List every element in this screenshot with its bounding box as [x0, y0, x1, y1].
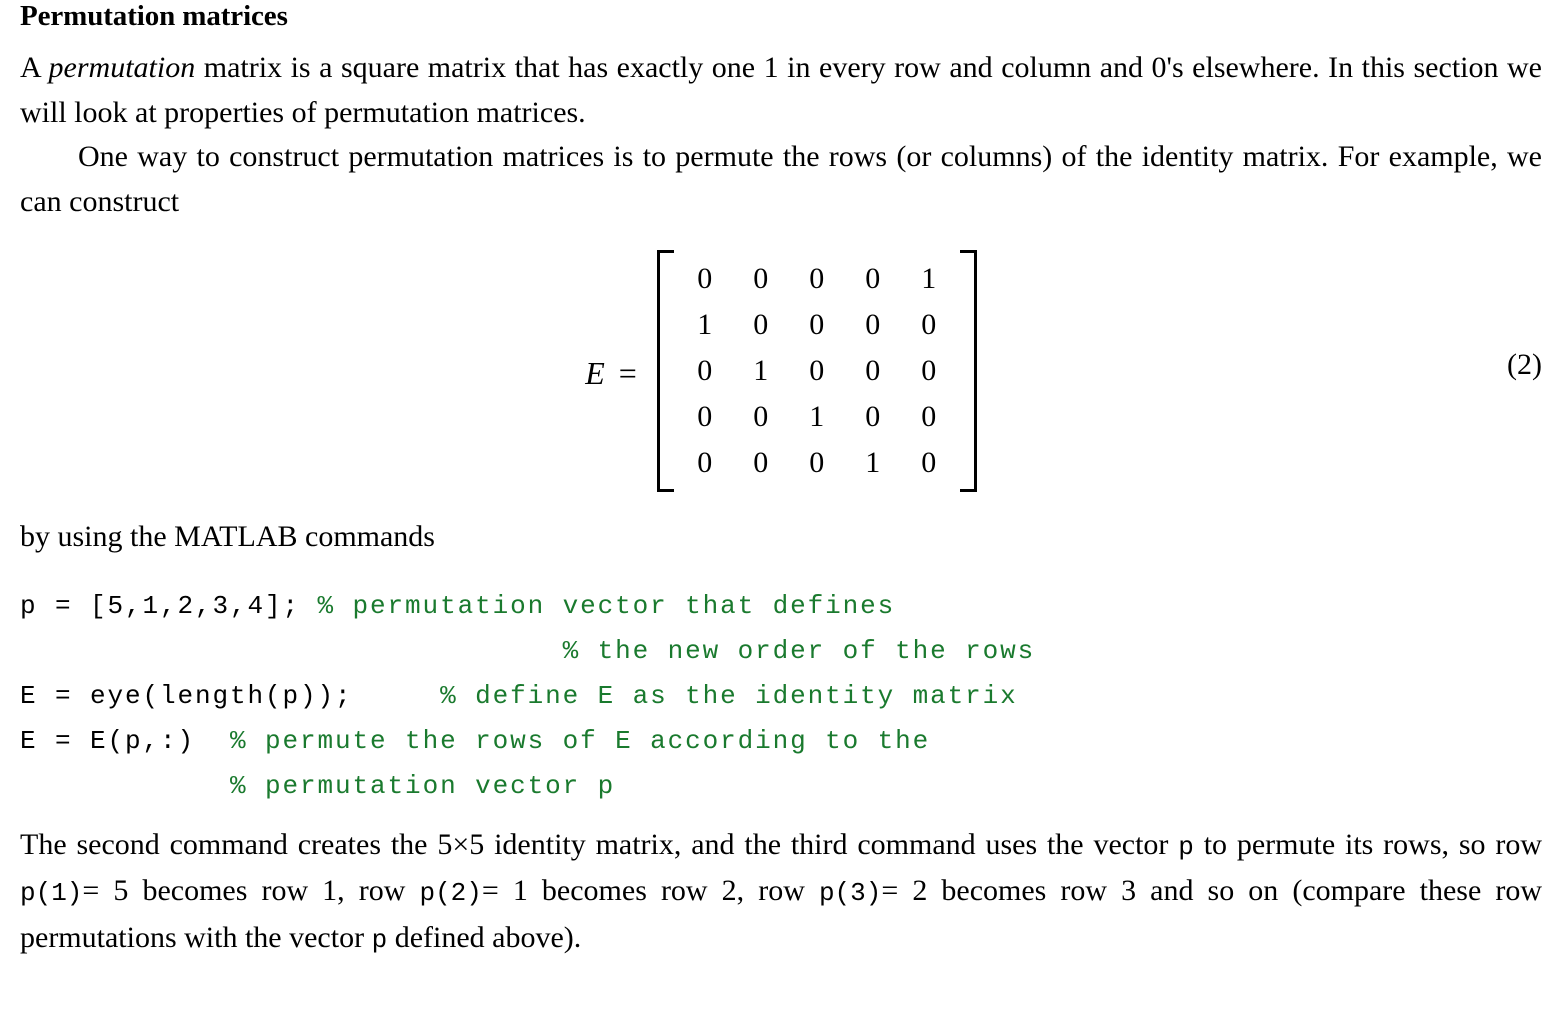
code-ref-p2: p(2) — [419, 878, 482, 908]
matrix-row: 0 0 0 1 0 — [677, 440, 957, 486]
closing-s4: becomes row 1, row — [128, 874, 420, 907]
matrix-row: 0 0 0 0 1 — [677, 256, 957, 302]
matrix-cell: 0 — [809, 262, 825, 295]
page-title: Permutation matrices — [20, 0, 288, 32]
matrix-cell: 0 — [865, 262, 881, 295]
matrix-cell: 0 — [753, 308, 769, 341]
matrix-cell: 1 — [921, 262, 937, 295]
matrix-cell: 0 — [753, 400, 769, 433]
paragraph-closing: The second command creates the 5×5 ident… — [20, 823, 1542, 963]
code-line: p = [5,1,2,3,4]; % permutation vector th… — [20, 584, 1542, 629]
closing-eq1: = 5 — [82, 874, 129, 907]
permutation-matrix: 0 0 0 0 1 1 0 0 0 0 0 1 0 0 0 0 0 1 0 0 … — [656, 250, 977, 492]
emphasis-permutation: permutation — [48, 51, 196, 84]
code-comment: % the new order of the rows — [317, 635, 1036, 666]
matrix-cell: 0 — [921, 354, 937, 387]
construction-text: One way to construct permutation matrice… — [20, 140, 1542, 218]
paragraph-construction: One way to construct permutation matrice… — [20, 135, 1542, 224]
closing-eq2: = 1 — [481, 874, 528, 907]
closing-eq3: = 2 — [881, 874, 928, 907]
matrix-cell: 1 — [809, 400, 825, 433]
matrix-cell: 0 — [865, 354, 881, 387]
code-comment: % permute the rows of E according to the — [195, 725, 931, 756]
matrix-table: 0 0 0 0 1 1 0 0 0 0 0 1 0 0 0 0 0 1 0 0 … — [677, 256, 957, 486]
matrix-cell: 0 — [809, 354, 825, 387]
intro-text-post: matrix is a square matrix that has exact… — [20, 51, 1542, 129]
matrix-row: 0 0 1 0 0 — [677, 394, 957, 440]
closing-dimension: 5×5 — [437, 827, 485, 861]
code-ref-p3: p(3) — [818, 878, 882, 908]
matrix-cell: 0 — [921, 446, 937, 479]
matrix-cell: 0 — [865, 400, 881, 433]
closing-s5: becomes row 2, row — [527, 874, 819, 907]
matrix-cell: 0 — [697, 446, 713, 479]
code-comment: % permutation vector that defines — [317, 590, 896, 621]
matrix-cell: 0 — [753, 262, 769, 295]
code-ref-p: p — [1178, 831, 1194, 862]
code-ref-p-last: p — [371, 924, 388, 955]
code-text: E = E(p,:) — [20, 725, 196, 756]
code-text: p = [5,1,2,3,4]; — [20, 590, 318, 621]
matrix-cell: 0 — [753, 446, 769, 479]
matrix-cell: 0 — [809, 446, 825, 479]
code-comment: % permutation vector p — [195, 770, 616, 801]
matrix-cell: 0 — [865, 308, 881, 341]
closing-s2: identity matrix, and the third command u… — [484, 827, 1179, 861]
matrix-left-bracket — [656, 250, 674, 492]
equation-number: (2) — [1507, 348, 1542, 381]
matrix-cell: 0 — [697, 400, 713, 433]
paragraph-matlab-lead: by using the MATLAB commands — [20, 520, 435, 553]
code-line: E = eye(length(p)); % define E as the id… — [20, 674, 1542, 719]
intro-text-pre: A — [20, 51, 49, 84]
matrix-cell: 1 — [865, 446, 881, 479]
matrix-cell: 1 — [697, 308, 713, 341]
matrix-cell: 0 — [697, 354, 713, 387]
closing-s1: The second command creates the — [20, 827, 438, 861]
matrix-cell: 0 — [697, 262, 713, 295]
equation-center: E = 0 0 0 0 1 1 0 0 0 0 0 1 0 0 0 0 0 1 … — [20, 250, 1542, 492]
equation-relation: = — [618, 354, 637, 391]
closing-s7: defined above). — [387, 920, 582, 954]
paragraph-intro: A permutation matrix is a square matrix … — [20, 46, 1542, 135]
code-ref-p1: p(1) — [20, 878, 83, 908]
matrix-cell: 0 — [809, 308, 825, 341]
code-line: % permutation vector p — [20, 764, 1542, 809]
matrix-cell: 1 — [753, 354, 769, 387]
matrix-row: 0 1 0 0 0 — [677, 348, 957, 394]
document-page: Permutation matrices A permutation matri… — [0, 0, 1560, 1016]
equation-lhs-label: E — [585, 354, 605, 391]
matrix-cell: 0 — [921, 308, 937, 341]
code-text: E = eye(length(p)); — [20, 680, 353, 711]
code-comment: % define E as the identity matrix — [352, 680, 1018, 711]
closing-s3: to permute its rows, so row — [1193, 827, 1542, 861]
matrix-cell: 0 — [921, 400, 937, 433]
code-line: E = E(p,:) % permute the rows of E accor… — [20, 719, 1542, 764]
code-line: % the new order of the rows — [20, 629, 1542, 674]
equation-block: E = 0 0 0 0 1 1 0 0 0 0 0 1 0 0 0 0 0 1 … — [20, 250, 1542, 515]
matrix-row: 1 0 0 0 0 — [677, 302, 957, 348]
matlab-code-block: p = [5,1,2,3,4]; % permutation vector th… — [20, 584, 1542, 809]
matrix-right-bracket — [959, 250, 977, 492]
